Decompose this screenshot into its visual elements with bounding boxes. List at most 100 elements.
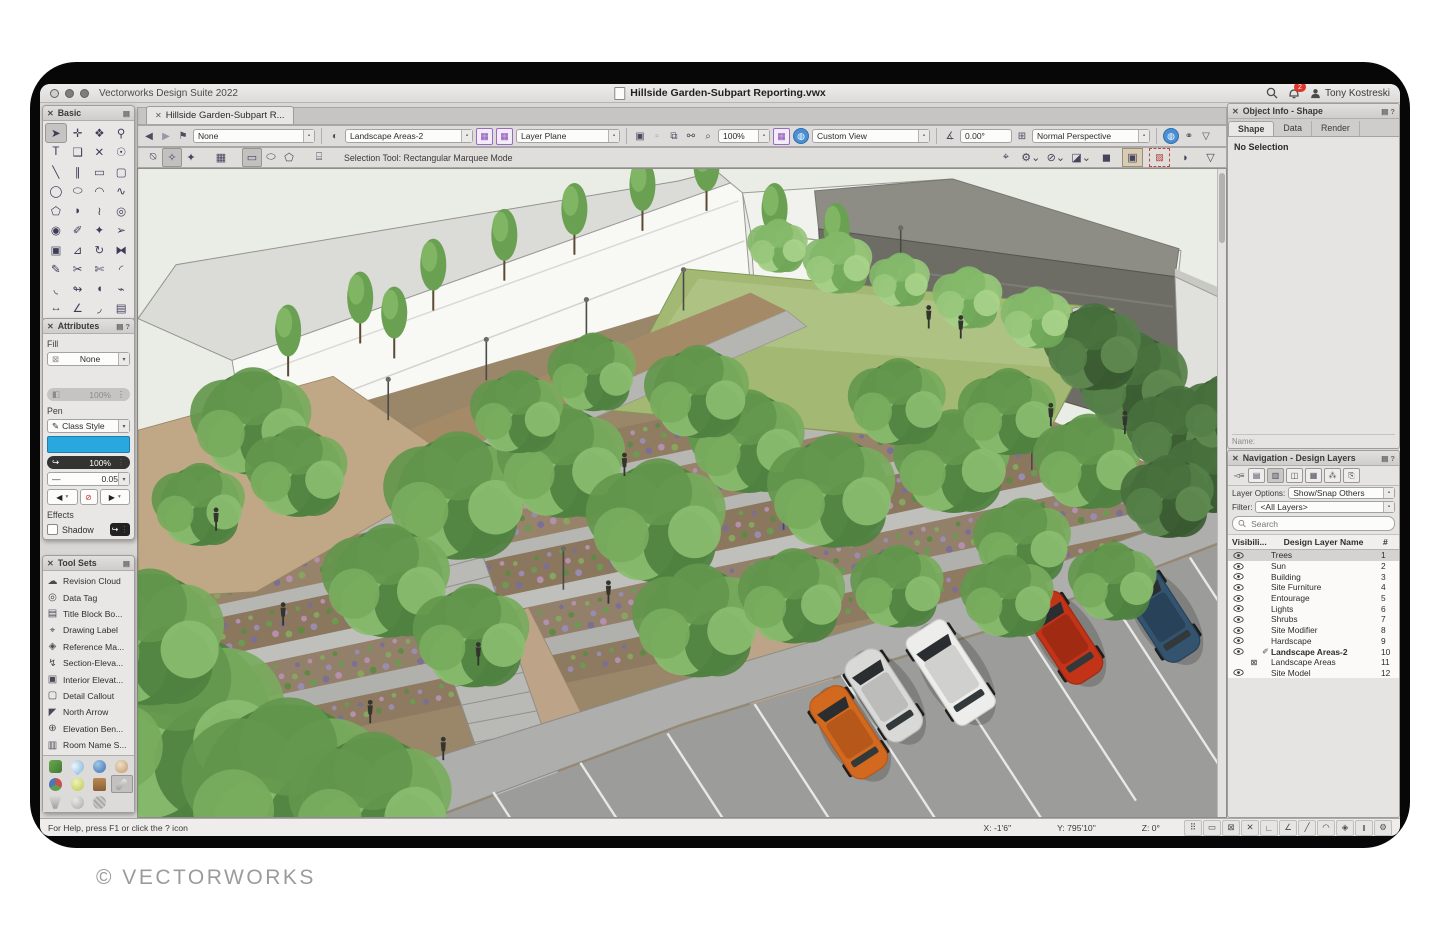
snap-toggle-icon[interactable]: ✕: [1241, 820, 1259, 836]
tool-set-category[interactable]: [111, 775, 133, 793]
saved-views-dropdown[interactable]: None▪: [193, 129, 315, 143]
navigation-header[interactable]: ✕ Navigation - Design Layers ▤ ?: [1228, 451, 1399, 466]
mode-right-icon[interactable]: ◗: [1176, 149, 1195, 166]
basic-tool[interactable]: ↻: [89, 240, 111, 260]
projection-icon[interactable]: ⊞: [1015, 129, 1029, 144]
basic-tool[interactable]: ✎: [45, 260, 67, 280]
layer-search-box[interactable]: [1232, 516, 1395, 531]
design-layer-name[interactable]: Building: [1271, 572, 1381, 582]
design-layer-row[interactable]: ⊠ ✐ Building 3: [1228, 571, 1399, 582]
mode-right-icon[interactable]: ⚙⌄: [1021, 149, 1040, 166]
design-layer-name[interactable]: Hardscape: [1271, 636, 1381, 646]
zoom-window-button[interactable]: [80, 89, 89, 98]
design-layer-row[interactable]: ⊠ ✐ Landscape Areas 11: [1228, 657, 1399, 668]
mode-icon[interactable]: ⬭: [262, 149, 280, 166]
snap-toggle-icon[interactable]: ⠿: [1184, 820, 1202, 836]
basic-tool[interactable]: ➤: [45, 123, 67, 143]
basic-tool[interactable]: ⚲: [110, 123, 132, 143]
tool-set-item[interactable]: ◎ Data Tag: [46, 589, 131, 605]
mode-icon[interactable]: ▭: [242, 148, 262, 167]
viewport-add-icon[interactable]: ▦: [496, 128, 513, 145]
copy-view-icon[interactable]: ⧉: [667, 129, 681, 144]
basic-tool[interactable]: ╲: [45, 162, 67, 182]
canvas-vertical-scrollbar[interactable]: [1217, 169, 1226, 817]
navigation-tab-icon[interactable]: ◅≡: [1232, 469, 1246, 482]
snap-toggle-icon[interactable]: ▭: [1203, 820, 1221, 836]
mode-right-icon[interactable]: ⊘⌄: [1046, 149, 1065, 166]
basic-tool[interactable]: ✕: [89, 143, 111, 163]
active-plane-dropdown[interactable]: Layer Plane▪: [516, 129, 620, 143]
basic-tool[interactable]: ✦: [89, 221, 111, 241]
snap-toggle-icon[interactable]: ◠: [1317, 820, 1335, 836]
design-layer-name[interactable]: Landscape Areas-2: [1271, 647, 1381, 657]
design-layer-name[interactable]: Entourage: [1271, 593, 1381, 603]
tool-set-item[interactable]: ⊕ Elevation Ben...: [46, 721, 131, 737]
design-layer-row[interactable]: ⊠ ✐ Trees 1: [1228, 550, 1399, 561]
back-icon[interactable]: ◀: [142, 129, 156, 144]
basic-tool[interactable]: ∠: [67, 299, 89, 319]
object-info-header[interactable]: ✕ Object Info - Shape ▤ ?: [1228, 104, 1399, 119]
zoom-icon[interactable]: ⌕: [701, 129, 715, 144]
grayed-visibility-icon[interactable]: ⊠: [1248, 658, 1260, 667]
multi-view-icon[interactable]: ▦: [773, 128, 790, 145]
basic-tool[interactable]: ▭: [89, 162, 111, 182]
design-layer-row[interactable]: ⊠ ✐ Landscape Areas-2 10: [1228, 646, 1399, 657]
render-mode-icon[interactable]: ◍: [1163, 128, 1179, 144]
visibility-eye-icon[interactable]: [1228, 648, 1248, 655]
basic-tool[interactable]: ➢: [110, 221, 132, 241]
basic-tool[interactable]: ⌁: [110, 279, 132, 299]
design-layer-name[interactable]: Site Model: [1271, 668, 1381, 678]
tool-set-item[interactable]: ▥ Room Name S...: [46, 737, 131, 753]
mode-right-icon[interactable]: ⌖: [996, 149, 1015, 166]
basic-tool[interactable]: ↬: [67, 279, 89, 299]
layer-alt-icon[interactable]: ▫: [650, 129, 664, 144]
basic-tool[interactable]: ∿: [110, 182, 132, 202]
mode-icon[interactable]: ▦: [212, 149, 230, 166]
palette-menu-icon[interactable]: ▤ ?: [116, 322, 130, 331]
rotation-angle-field[interactable]: 0.00°: [960, 129, 1012, 143]
close-palette-icon[interactable]: ✕: [47, 109, 54, 118]
pen-style-dropdown[interactable]: ✎ Class Style▾: [47, 419, 130, 433]
tool-set-category[interactable]: [89, 757, 111, 775]
visibility-eye-icon[interactable]: [1228, 605, 1248, 612]
layer-options-dropdown[interactable]: Show/Snap Others▪: [1288, 487, 1395, 499]
pen-color-swatch[interactable]: [47, 436, 130, 453]
visibility-eye-icon[interactable]: [1228, 659, 1248, 666]
close-palette-icon[interactable]: ✕: [47, 559, 54, 568]
snap-toggle-icon[interactable]: ∟: [1260, 820, 1278, 836]
design-layer-name[interactable]: Site Furniture: [1271, 582, 1381, 592]
design-layer-name[interactable]: Shrubs: [1271, 614, 1381, 624]
basic-palette-header[interactable]: ✕ Basic ▤: [43, 106, 134, 121]
basic-tool[interactable]: ❖: [89, 123, 111, 143]
visibility-eye-icon[interactable]: [1228, 573, 1248, 580]
snap-toggle-icon[interactable]: ∠: [1279, 820, 1297, 836]
basic-tool[interactable]: ▤: [110, 299, 132, 319]
close-panel-icon[interactable]: ✕: [1232, 454, 1239, 463]
marker-link-icon[interactable]: ⊘: [80, 489, 98, 505]
close-tab-icon[interactable]: ✕: [155, 111, 162, 120]
navigation-tab-icon[interactable]: ◫: [1286, 468, 1303, 483]
snap-toggle-icon[interactable]: ‖: [1355, 820, 1373, 836]
start-marker-dropdown[interactable]: ◀▾: [47, 489, 78, 505]
tool-set-category[interactable]: [44, 775, 66, 793]
attributes-palette-header[interactable]: ✕ Attributes ▤ ?: [43, 319, 134, 334]
navigation-tab-icon[interactable]: ⎘: [1343, 468, 1360, 483]
basic-tool[interactable]: ⧓: [110, 240, 132, 260]
panel-menu-icon[interactable]: ▤ ?: [1381, 454, 1395, 463]
basic-tool[interactable]: ◉: [45, 221, 67, 241]
tool-set-category[interactable]: [44, 793, 66, 811]
tool-set-category[interactable]: [111, 757, 133, 775]
basic-tool[interactable]: ✐: [67, 221, 89, 241]
tool-set-item[interactable]: ◈ Reference Ma...: [46, 639, 131, 655]
basic-tool[interactable]: T: [45, 143, 67, 163]
palette-menu-icon[interactable]: ▤: [123, 109, 130, 118]
basic-tool[interactable]: ✂: [67, 260, 89, 280]
saved-views-icon[interactable]: ⚑: [176, 129, 190, 144]
basic-tool[interactable]: ✄: [89, 260, 111, 280]
design-layer-row[interactable]: ⊠ ✐ Entourage 5: [1228, 593, 1399, 604]
drawing-canvas[interactable]: [137, 168, 1227, 818]
visibility-eye-icon[interactable]: [1228, 669, 1248, 676]
basic-tool[interactable]: ◎: [110, 201, 132, 221]
render-options-icon[interactable]: ⚭: [1182, 129, 1196, 144]
tool-set-category[interactable]: [89, 775, 111, 793]
